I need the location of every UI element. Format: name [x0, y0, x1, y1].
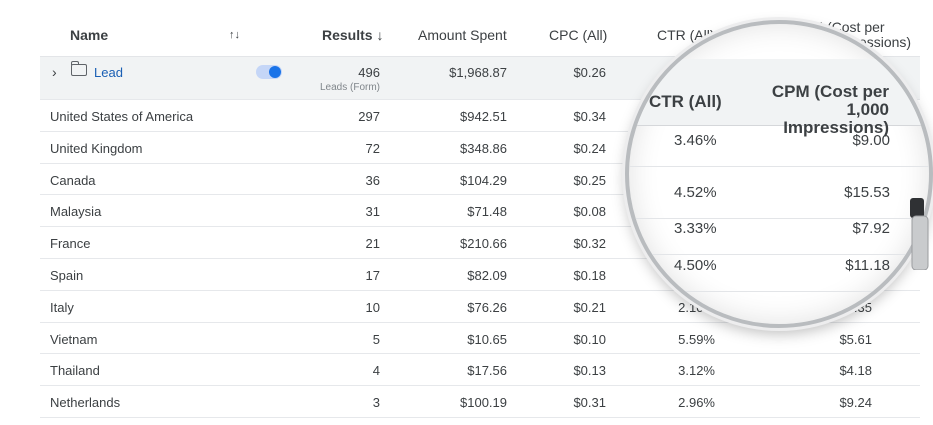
results-value: 17: [365, 268, 380, 283]
header-cpc[interactable]: CPC (All): [549, 27, 607, 43]
lens-row-divider: [629, 166, 929, 167]
country-name: Vietnam: [50, 331, 98, 347]
results-value: 3: [372, 395, 380, 411]
results-value: 4: [372, 363, 380, 379]
amount-value: $100.19: [460, 395, 507, 411]
country-name: United States of America: [50, 109, 194, 124]
cpc-value: $0.10: [573, 331, 606, 347]
lens-ctr-value: 4.50%: [674, 257, 717, 274]
lead-name[interactable]: Lead: [94, 65, 123, 80]
cpc-value: $0.25: [573, 172, 606, 188]
header-name[interactable]: Name: [70, 27, 108, 43]
country-name: Spain: [50, 268, 84, 283]
amount-value: $71.48: [467, 204, 507, 220]
results-value: 72: [365, 140, 380, 156]
lens-cpm-value: $11.18: [845, 257, 890, 274]
ctr-value: 3.12%: [678, 363, 715, 379]
country-name: Malaysia: [50, 204, 102, 220]
amount-value: $17.56: [467, 363, 507, 379]
lens-ctr-value: 4.52%: [674, 184, 717, 201]
country-name: Thailand: [50, 363, 100, 379]
cpc-value: $0.34: [573, 109, 606, 124]
lens-row-divider: [629, 291, 929, 292]
amount-value: $104.29: [460, 172, 507, 188]
lens-cpm-value: $9.00: [852, 132, 890, 149]
lens-ctr-header: CTR (All): [649, 92, 722, 111]
country-name: United Kingdom: [50, 140, 143, 156]
amount-value: $348.86: [460, 140, 507, 156]
magnifier-lens: CTR (All) CPM (Cost per 1,000 Impression…: [625, 20, 933, 328]
country-name: Italy: [50, 299, 74, 315]
results-value: 5: [372, 331, 380, 347]
amount-value: $76.26: [467, 299, 507, 315]
amount-value: $82.09: [467, 268, 507, 283]
table-row[interactable]: Thailand 4 $17.56 $0.13 3.12% $4.18: [40, 354, 920, 387]
results-value: 36: [365, 172, 380, 188]
cpc-value: $0.32: [573, 236, 606, 252]
lens-cpm-value: $15.53: [844, 184, 890, 201]
lens-ctr-value: 3.33%: [674, 220, 717, 237]
lens-row-divider: [629, 254, 929, 255]
cpc-value: $0.24: [573, 140, 606, 156]
results-value: 31: [365, 204, 380, 220]
lead-results-sub: Leads (Form): [319, 82, 380, 93]
cpc-value: $0.21: [573, 299, 606, 315]
amount-value: $942.51: [460, 109, 507, 124]
amount-value: $210.66: [460, 236, 507, 252]
magnifier-handle-icon: [910, 198, 929, 270]
country-name: Canada: [50, 172, 96, 188]
ctr-value: 2.96%: [678, 395, 715, 411]
lead-amount: $1,968.87: [449, 65, 507, 80]
results-value: 297: [358, 109, 380, 124]
lens-cpm-value: $7.92: [852, 220, 890, 237]
country-name: France: [50, 236, 91, 252]
lead-results: 496: [358, 65, 380, 80]
cpm-value: $9.24: [839, 395, 872, 411]
table-row[interactable]: Netherlands 3 $100.19 $0.31 2.96% $9.24: [40, 386, 920, 418]
cpc-value: $0.13: [573, 363, 606, 379]
header-results[interactable]: Results ↓: [322, 27, 383, 43]
lead-toggle[interactable]: [256, 65, 282, 79]
cpm-value: $5.61: [839, 331, 872, 347]
lens-cpm-header: CPM (Cost per 1,000 Impressions): [771, 82, 889, 137]
amount-value: $10.65: [467, 331, 507, 347]
lens-ctr-value: 3.46%: [674, 132, 717, 149]
lens-row-divider: [629, 218, 929, 219]
country-name: Netherlands: [50, 395, 121, 411]
folder-icon: [70, 61, 87, 76]
cpc-value: $0.18: [573, 268, 606, 283]
cpc-value: $0.31: [573, 395, 606, 411]
results-value: 10: [365, 299, 380, 315]
cpc-value: $0.08: [573, 204, 606, 220]
ctr-value: 5.59%: [678, 331, 715, 347]
lens-header: CTR (All) CPM (Cost per 1,000 Impression…: [629, 59, 929, 137]
header-amount-spent[interactable]: Amount Spent: [418, 27, 507, 43]
results-value: 21: [365, 236, 380, 252]
lead-cpc: $0.26: [573, 65, 606, 80]
sort-icon[interactable]: ↑↓: [229, 29, 240, 41]
chevron-right-icon[interactable]: ›: [52, 64, 57, 80]
cpm-value: $4.18: [839, 363, 872, 379]
